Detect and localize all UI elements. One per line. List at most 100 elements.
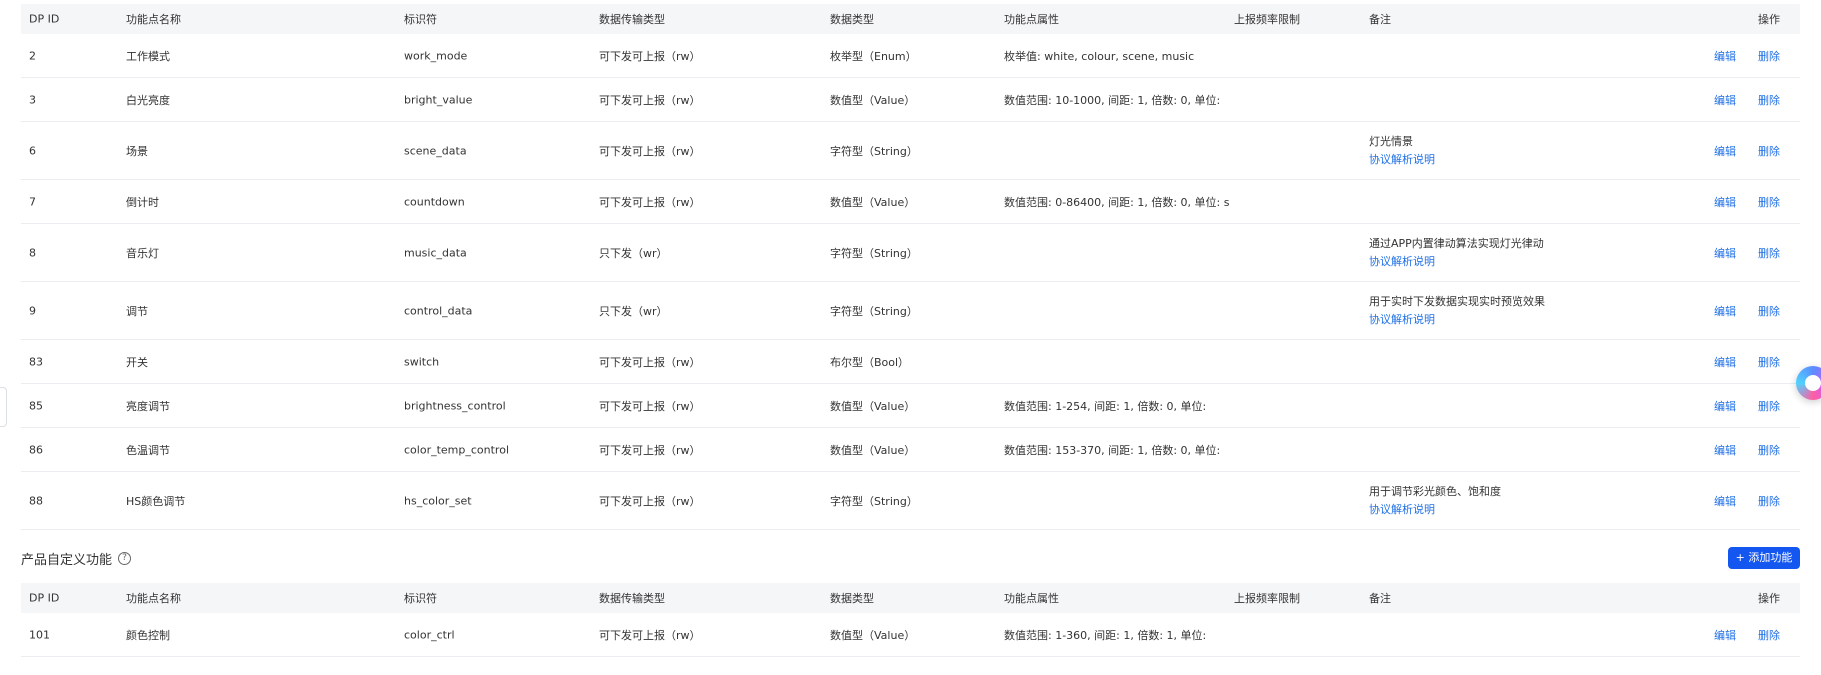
attributes: 数值范围: 153-370, 间距: 1, 倍数: 0, 单位:	[1004, 443, 1221, 457]
protocol-doc-link[interactable]: 协议解析说明	[1369, 151, 1435, 169]
edit-button[interactable]: 编辑	[1714, 143, 1736, 159]
table-row: 83 开关 switch 可下发可上报（rw） 布尔型（Bool） 编辑 删除	[21, 340, 1800, 384]
delete-button[interactable]: 删除	[1758, 627, 1780, 643]
edit-button[interactable]: 编辑	[1714, 48, 1736, 64]
table-row: 2 工作模式 work_mode 可下发可上报（rw） 枚举型（Enum） 枚举值: wh…	[21, 34, 1800, 78]
data-type: 数值型（Value）	[830, 628, 916, 642]
header-data-type: 数据类型	[830, 592, 874, 605]
delete-button[interactable]: 删除	[1758, 143, 1780, 159]
header-dp-id: DP ID	[29, 12, 60, 26]
identifier: bright_value	[404, 93, 473, 106]
edit-button[interactable]: 编辑	[1714, 398, 1736, 414]
transfer-type: 可下发可上报（rw）	[599, 628, 701, 642]
dp-id: 101	[29, 628, 50, 641]
transfer-type: 可下发可上报（rw）	[599, 93, 701, 107]
identifier: switch	[404, 355, 440, 368]
dp-id: 8	[29, 246, 36, 259]
identifier: color_ctrl	[404, 628, 455, 641]
delete-button[interactable]: 删除	[1758, 398, 1780, 414]
identifier: control_data	[404, 304, 473, 317]
identifier: scene_data	[404, 144, 467, 157]
function-name: 倒计时	[126, 195, 159, 209]
function-name: 场景	[126, 144, 148, 158]
data-type: 字符型（String）	[830, 494, 918, 508]
delete-button[interactable]: 删除	[1758, 245, 1780, 261]
identifier: work_mode	[404, 49, 468, 62]
header-report-limit: 上报频率限制	[1234, 592, 1300, 605]
identifier: hs_color_set	[404, 494, 472, 507]
custom-functions-table: DP ID 功能点名称 标识符 数据传输类型 数据类型 功能点属性 上报频率限制…	[21, 583, 1800, 657]
delete-button[interactable]: 删除	[1758, 493, 1780, 509]
data-type: 字符型（String）	[830, 246, 918, 260]
delete-button[interactable]: 删除	[1758, 48, 1780, 64]
notes: 用于调节彩光颜色、饱和度协议解析说明	[1369, 483, 1501, 519]
delete-button[interactable]: 删除	[1758, 354, 1780, 370]
data-type: 枚举型（Enum）	[830, 49, 917, 63]
header-identifier: 标识符	[404, 13, 437, 26]
edit-button[interactable]: 编辑	[1714, 354, 1736, 370]
header-notes: 备注	[1369, 592, 1391, 605]
protocol-doc-link[interactable]: 协议解析说明	[1369, 253, 1544, 271]
header-transfer-type: 数据传输类型	[599, 592, 665, 605]
edit-button[interactable]: 编辑	[1714, 493, 1736, 509]
function-name: 白光亮度	[126, 93, 170, 107]
header-actions: 操作	[1758, 592, 1780, 605]
delete-button[interactable]: 删除	[1758, 194, 1780, 210]
data-type: 字符型（String）	[830, 304, 918, 318]
header-function-name: 功能点名称	[126, 592, 181, 605]
attributes: 数值范围: 1-254, 间距: 1, 倍数: 0, 单位:	[1004, 399, 1207, 413]
edit-button[interactable]: 编辑	[1714, 303, 1736, 319]
function-name: 音乐灯	[126, 246, 159, 260]
header-data-type: 数据类型	[830, 13, 874, 26]
function-name: 颜色控制	[126, 628, 170, 642]
identifier: music_data	[404, 246, 467, 259]
transfer-type: 可下发可上报（rw）	[599, 355, 701, 369]
table-row: 88 HS颜色调节 hs_color_set 可下发可上报（rw） 字符型（String…	[21, 472, 1800, 530]
data-type: 布尔型（Bool）	[830, 355, 910, 369]
edit-button[interactable]: 编辑	[1714, 627, 1736, 643]
dp-id: 6	[29, 144, 36, 157]
delete-button[interactable]: 删除	[1758, 442, 1780, 458]
table-header: DP ID 功能点名称 标识符 数据传输类型 数据类型 功能点属性 上报频率限制…	[21, 583, 1800, 613]
header-attributes: 功能点属性	[1004, 13, 1059, 26]
edit-button[interactable]: 编辑	[1714, 442, 1736, 458]
data-type: 字符型（String）	[830, 144, 918, 158]
protocol-doc-link[interactable]: 协议解析说明	[1369, 501, 1501, 519]
edit-button[interactable]: 编辑	[1714, 194, 1736, 210]
table-row: 101 颜色控制 color_ctrl 可下发可上报（rw） 数值型（Value） 数值范…	[21, 613, 1800, 657]
header-function-name: 功能点名称	[126, 13, 181, 26]
note-text: 用于调节彩光颜色、饱和度	[1369, 484, 1501, 498]
data-type: 数值型（Value）	[830, 399, 916, 413]
question-circle-icon[interactable]: ?	[118, 552, 132, 565]
header-notes: 备注	[1369, 13, 1391, 26]
header-attributes: 功能点属性	[1004, 592, 1059, 605]
function-name: 调节	[126, 304, 148, 318]
transfer-type: 可下发可上报（rw）	[599, 49, 701, 63]
table-row: 7 倒计时 countdown 可下发可上报（rw） 数值型（Value） 数值范围: 0…	[21, 180, 1800, 224]
notes: 通过APP内置律动算法实现灯光律动协议解析说明	[1369, 235, 1544, 271]
section-title-text: 产品自定义功能	[21, 553, 113, 568]
note-text: 通过APP内置律动算法实现灯光律动	[1369, 236, 1544, 250]
dp-id: 3	[29, 93, 36, 106]
header-actions: 操作	[1758, 13, 1780, 26]
dp-id: 88	[29, 494, 43, 507]
attributes: 数值范围: 0-86400, 间距: 1, 倍数: 0, 单位: s	[1004, 195, 1230, 209]
delete-button[interactable]: 删除	[1758, 303, 1780, 319]
edit-button[interactable]: 编辑	[1714, 245, 1736, 261]
delete-button[interactable]: 删除	[1758, 92, 1780, 108]
transfer-type: 只下发（wr）	[599, 304, 668, 318]
edit-button[interactable]: 编辑	[1714, 92, 1736, 108]
notes: 灯光情景 协议解析说明	[1369, 133, 1435, 169]
add-function-button[interactable]: + 添加功能	[1728, 547, 1800, 569]
transfer-type: 可下发可上报（rw）	[599, 443, 701, 457]
protocol-doc-link[interactable]: 协议解析说明	[1369, 311, 1545, 329]
attributes: 数值范围: 1-360, 间距: 1, 倍数: 1, 单位:	[1004, 628, 1207, 642]
data-type: 数值型（Value）	[830, 93, 916, 107]
side-collapse-handle[interactable]	[0, 387, 7, 427]
identifier: color_temp_control	[404, 443, 509, 456]
table-row: 85 亮度调节 brightness_control 可下发可上报（rw） 数值型（Va…	[21, 384, 1800, 428]
function-name: 开关	[126, 355, 148, 369]
note-text: 用于实时下发数据实现实时预览效果	[1369, 294, 1545, 308]
header-dp-id: DP ID	[29, 591, 60, 605]
notes: 用于实时下发数据实现实时预览效果协议解析说明	[1369, 293, 1545, 329]
